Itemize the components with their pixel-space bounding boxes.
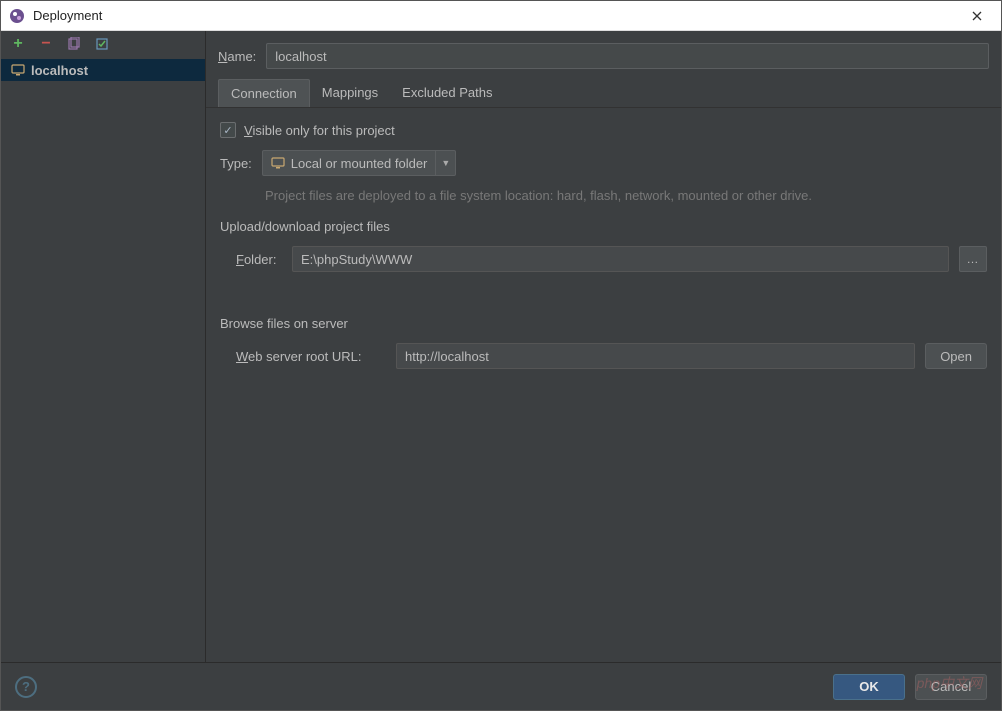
tabs: Connection Mappings Excluded Paths — [206, 79, 1001, 108]
type-dropdown[interactable]: Local or mounted folder ▼ — [262, 150, 457, 176]
deployment-dialog: Deployment + − — [0, 0, 1002, 711]
visible-only-row[interactable]: ✓ Visible only for this project — [220, 122, 987, 138]
server-item-localhost[interactable]: localhost — [1, 59, 205, 81]
server-item-label: localhost — [31, 63, 88, 78]
main-panel: Name: Connection Mappings Excluded Paths… — [206, 31, 1001, 662]
server-list: localhost — [1, 57, 205, 662]
name-label: Name: — [218, 49, 256, 64]
window-close-button[interactable] — [954, 2, 999, 30]
tab-connection[interactable]: Connection — [218, 79, 310, 107]
type-value: Local or mounted folder — [291, 156, 428, 171]
webroot-row: Web server root URL: Open — [220, 343, 987, 369]
cancel-button[interactable]: Cancel — [915, 674, 987, 700]
ok-button[interactable]: OK — [833, 674, 905, 700]
help-button[interactable]: ? — [15, 676, 37, 698]
folder-label: Folder: — [236, 252, 282, 267]
dialog-footer: ? OK Cancel — [1, 662, 1001, 710]
type-label: Type: — [220, 156, 252, 171]
window-title: Deployment — [33, 8, 102, 23]
type-hint: Project files are deployed to a file sys… — [220, 188, 987, 203]
titlebar: Deployment — [1, 1, 1001, 31]
webroot-input[interactable] — [396, 343, 915, 369]
tab-mappings[interactable]: Mappings — [310, 79, 390, 107]
monitor-icon — [11, 63, 25, 77]
open-button[interactable]: Open — [925, 343, 987, 369]
monitor-icon — [271, 156, 285, 170]
upload-section-title: Upload/download project files — [220, 219, 987, 234]
browse-section-title: Browse files on server — [220, 316, 987, 331]
tab-content-connection: ✓ Visible only for this project Type: Lo… — [206, 108, 1001, 379]
chevron-down-icon: ▼ — [435, 151, 455, 175]
copy-server-button[interactable] — [65, 35, 83, 53]
app-icon — [9, 8, 25, 24]
folder-row: Folder: … — [220, 246, 987, 272]
sidebar-toolbar: + − — [1, 31, 205, 57]
tab-excluded-paths[interactable]: Excluded Paths — [390, 79, 504, 107]
visible-only-label: Visible only for this project — [244, 123, 395, 138]
server-list-sidebar: + − localhost — [1, 31, 206, 662]
visible-only-checkbox[interactable]: ✓ — [220, 122, 236, 138]
webroot-label: Web server root URL: — [236, 349, 386, 364]
folder-input[interactable] — [292, 246, 949, 272]
type-row: Type: Local or mounted folder ▼ — [220, 150, 987, 176]
name-input[interactable] — [266, 43, 989, 69]
folder-browse-button[interactable]: … — [959, 246, 987, 272]
remove-server-button[interactable]: − — [37, 35, 55, 53]
name-row: Name: — [206, 31, 1001, 79]
set-default-button[interactable] — [93, 35, 111, 53]
add-server-button[interactable]: + — [9, 35, 27, 53]
